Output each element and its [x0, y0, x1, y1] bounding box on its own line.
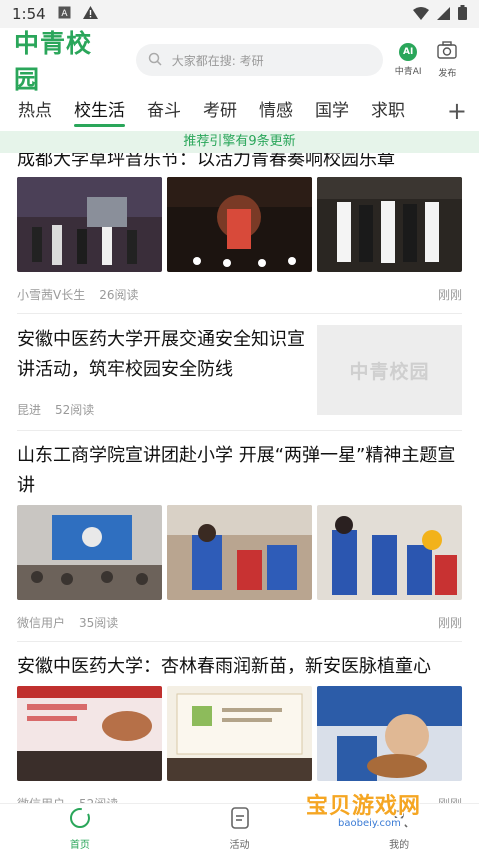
- article-image: [317, 177, 462, 272]
- article-card[interactable]: 山东工商学院宣讲团赴小学 开展“两弹一星”精神主题宣讲 微信用户 35阅读 刚刚: [17, 441, 462, 631]
- battery-icon: [458, 4, 467, 24]
- tab-hot[interactable]: 热点: [18, 92, 52, 132]
- article-time: 刚刚: [437, 616, 462, 630]
- article-title: 成都大学草坪音乐节：以活力青春奏响校园乐章: [17, 153, 395, 170]
- divider: [17, 641, 462, 642]
- search-icon: [148, 51, 162, 70]
- article-reads: 35阅读: [79, 616, 119, 630]
- divider: [17, 313, 462, 314]
- add-tab-button[interactable]: +: [447, 96, 467, 126]
- camera-icon: [437, 41, 458, 63]
- publish-button[interactable]: 发布: [430, 41, 465, 79]
- update-banner[interactable]: 推荐引擎有9条更新: [0, 131, 479, 153]
- article-time: 刚刚: [437, 288, 462, 302]
- nav-activity[interactable]: 活动: [160, 804, 320, 853]
- article-image: [167, 505, 312, 600]
- nav-home[interactable]: 首页: [0, 804, 160, 853]
- publish-label: 发布: [438, 69, 457, 79]
- article-images: [17, 177, 462, 272]
- article-image: [17, 505, 162, 600]
- article-card[interactable]: 成都大学草坪音乐节：以活力青春奏响校园乐章 小雪茜V长生 26阅读 刚刚: [17, 153, 462, 303]
- article-image: [317, 505, 462, 600]
- home-icon: [69, 807, 91, 833]
- article-author: 微信用户: [17, 616, 66, 630]
- article-title: 山东工商学院宣讲团赴小学 开展“两弹一星”精神主题宣讲: [17, 445, 456, 496]
- ai-button[interactable]: AI 中青AI: [391, 43, 426, 77]
- tab-chinese-studies[interactable]: 国学: [315, 92, 349, 132]
- warning-icon: [82, 5, 98, 23]
- article-images: [17, 686, 462, 781]
- tab-job-hunting[interactable]: 求职: [371, 92, 405, 132]
- article-title: 安徽中医药大学：杏林春雨润新苗，新安医脉植童心: [17, 656, 431, 677]
- activity-icon: [230, 806, 250, 833]
- app-header: 中青校园 大家都在搜: 考研 AI 中青AI 发布: [0, 28, 479, 94]
- news-feed: 成都大学草坪音乐节：以活力青春奏响校园乐章 小雪茜V长生 26阅读 刚刚 安徽中…: [0, 153, 479, 803]
- article-image: [17, 177, 162, 272]
- nav-home-label: 首页: [69, 839, 90, 851]
- article-meta: 小雪茜V长生 26阅读 刚刚: [17, 286, 462, 303]
- article-reads: 52阅读: [79, 795, 118, 803]
- tab-strive[interactable]: 奋斗: [147, 92, 181, 132]
- article-card[interactable]: 安徽中医药大学开展交通安全知识宣讲活动，筑牢校园安全防线 昆进 52阅读 中青校…: [17, 325, 462, 425]
- tab-emotion[interactable]: 情感: [259, 92, 293, 132]
- svg-text:A: A: [61, 9, 68, 19]
- status-time: 1:54: [12, 5, 46, 23]
- search-placeholder: 大家都在搜: 考研: [171, 53, 264, 68]
- article-reads: 52阅读: [55, 403, 95, 417]
- article-author: 微信用户: [17, 795, 65, 803]
- article-image: [17, 686, 162, 781]
- wifi-icon: [413, 5, 429, 24]
- tab-postgrad-exam[interactable]: 考研: [203, 92, 237, 132]
- article-image: [317, 686, 462, 781]
- article-images: [17, 505, 462, 600]
- tab-campus-life[interactable]: 校生活: [74, 92, 125, 132]
- article-image: [167, 177, 312, 272]
- ai-icon: AI: [399, 43, 418, 61]
- article-title: 安徽中医药大学开展交通安全知识宣讲活动，筑牢校园安全防线: [17, 329, 305, 380]
- ai-label: 中青AI: [394, 67, 422, 77]
- signal-icon: [437, 5, 450, 24]
- notification-a-icon: A: [58, 6, 71, 23]
- watermark-text: 宝贝游戏网: [306, 794, 422, 819]
- app-logo: 中青校园: [14, 29, 93, 94]
- article-image: [167, 686, 312, 781]
- article-card[interactable]: 安徽中医药大学：杏林春雨润新苗，新安医脉植童心 微信用户 52阅读 刚刚: [17, 652, 462, 803]
- divider: [17, 430, 462, 431]
- nav-activity-label: 活动: [229, 839, 250, 851]
- article-reads: 26阅读: [99, 288, 139, 302]
- article-author: 小雪茜V长生: [17, 288, 86, 302]
- search-input[interactable]: 大家都在搜: 考研: [135, 44, 383, 76]
- thumbnail-logo-text: 中青校园: [349, 360, 430, 383]
- article-meta: 微信用户 35阅读 刚刚: [17, 614, 462, 631]
- article-thumbnail: 中青校园: [317, 325, 462, 415]
- site-watermark: 宝贝游戏网 baobeiy.com: [300, 782, 450, 842]
- article-author: 昆进: [17, 403, 42, 417]
- category-tabs: 热点 校生活 奋斗 考研 情感 国学 求职 +: [0, 92, 479, 132]
- watermark-url: baobeiy.com: [334, 818, 405, 829]
